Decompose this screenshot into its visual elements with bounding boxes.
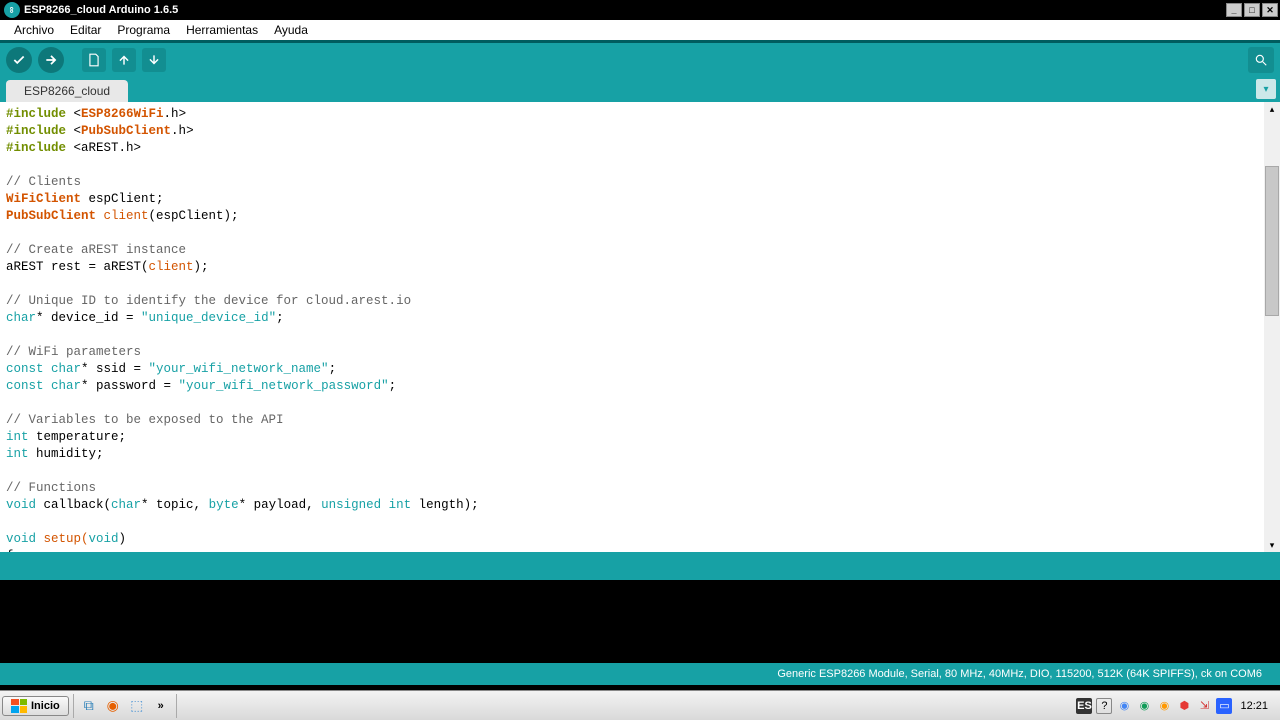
save-sketch-button[interactable] bbox=[142, 48, 166, 72]
explorer-icon[interactable]: ⧉ bbox=[80, 697, 98, 715]
upload-button[interactable] bbox=[38, 47, 64, 73]
menu-archivo[interactable]: Archivo bbox=[6, 21, 62, 39]
arrow-up-icon bbox=[117, 53, 131, 67]
menu-programa[interactable]: Programa bbox=[109, 21, 178, 39]
chrome-tray-icon[interactable]: ◉ bbox=[1116, 698, 1132, 714]
system-tray: ES ? ◉ ◉ ◉ ⬢ ⇲ ▭ 12:21 bbox=[1070, 698, 1278, 714]
board-status-text: Generic ESP8266 Module, Serial, 80 MHz, … bbox=[777, 668, 1262, 680]
verify-button[interactable] bbox=[6, 47, 32, 73]
quick-launch: ⧉ ◉ ⬚ » bbox=[73, 694, 177, 718]
windows-taskbar: Inicio ⧉ ◉ ⬚ » ES ? ◉ ◉ ◉ ⬢ ⇲ ▭ 12:21 bbox=[0, 690, 1280, 720]
serial-monitor-button[interactable] bbox=[1248, 47, 1274, 73]
open-sketch-button[interactable] bbox=[112, 48, 136, 72]
menu-editar[interactable]: Editar bbox=[62, 21, 109, 39]
code-editor[interactable]: #include <ESP8266WiFi.h> #include <PubSu… bbox=[0, 102, 1280, 552]
editor-scrollbar[interactable]: ▴ ▾ bbox=[1264, 102, 1280, 552]
arrow-down-icon bbox=[147, 53, 161, 67]
window-titlebar: ESP8266_cloud Arduino 1.6.5 _ □ ✕ bbox=[0, 0, 1280, 20]
sketch-tab[interactable]: ESP8266_cloud bbox=[6, 80, 128, 102]
scroll-up-icon[interactable]: ▴ bbox=[1265, 102, 1279, 116]
tab-menu-button[interactable] bbox=[1256, 79, 1276, 99]
arduino-app-icon bbox=[4, 2, 20, 18]
message-bar bbox=[0, 552, 1280, 580]
maximize-button[interactable]: □ bbox=[1244, 3, 1260, 17]
start-button[interactable]: Inicio bbox=[2, 696, 69, 716]
arrow-right-icon bbox=[44, 53, 58, 67]
code-editor-wrap: #include <ESP8266WiFi.h> #include <PubSu… bbox=[0, 102, 1280, 552]
window-title: ESP8266_cloud Arduino 1.6.5 bbox=[24, 4, 1226, 16]
update-tray-icon[interactable]: ◉ bbox=[1156, 698, 1172, 714]
language-indicator[interactable]: ES bbox=[1076, 698, 1092, 714]
minimize-button[interactable]: _ bbox=[1226, 3, 1242, 17]
close-button[interactable]: ✕ bbox=[1262, 3, 1278, 17]
taskbar-clock[interactable]: 12:21 bbox=[1236, 700, 1272, 712]
tab-row: ESP8266_cloud bbox=[0, 76, 1280, 102]
help-icon[interactable]: ? bbox=[1096, 698, 1112, 714]
sync-tray-icon[interactable]: ◉ bbox=[1136, 698, 1152, 714]
monitor-tray-icon[interactable]: ▭ bbox=[1216, 698, 1232, 714]
output-console[interactable] bbox=[0, 580, 1280, 663]
scroll-thumb[interactable] bbox=[1265, 166, 1279, 316]
security-tray-icon[interactable]: ⬢ bbox=[1176, 698, 1192, 714]
cube-app-icon[interactable]: ⬚ bbox=[128, 697, 146, 715]
usb-tray-icon[interactable]: ⇲ bbox=[1196, 698, 1212, 714]
file-icon bbox=[87, 53, 101, 67]
menu-bar: Archivo Editar Programa Herramientas Ayu… bbox=[0, 20, 1280, 40]
windows-logo-icon bbox=[11, 699, 27, 713]
menu-herramientas[interactable]: Herramientas bbox=[178, 21, 266, 39]
start-label: Inicio bbox=[31, 700, 60, 712]
menu-ayuda[interactable]: Ayuda bbox=[266, 21, 316, 39]
check-icon bbox=[12, 53, 26, 67]
status-bar: Generic ESP8266 Module, Serial, 80 MHz, … bbox=[0, 663, 1280, 685]
magnifier-icon bbox=[1254, 53, 1268, 67]
toolbar bbox=[0, 40, 1280, 76]
scroll-down-icon[interactable]: ▾ bbox=[1265, 538, 1279, 552]
new-sketch-button[interactable] bbox=[82, 48, 106, 72]
quick-launch-more[interactable]: » bbox=[152, 697, 170, 715]
firefox-icon[interactable]: ◉ bbox=[104, 697, 122, 715]
